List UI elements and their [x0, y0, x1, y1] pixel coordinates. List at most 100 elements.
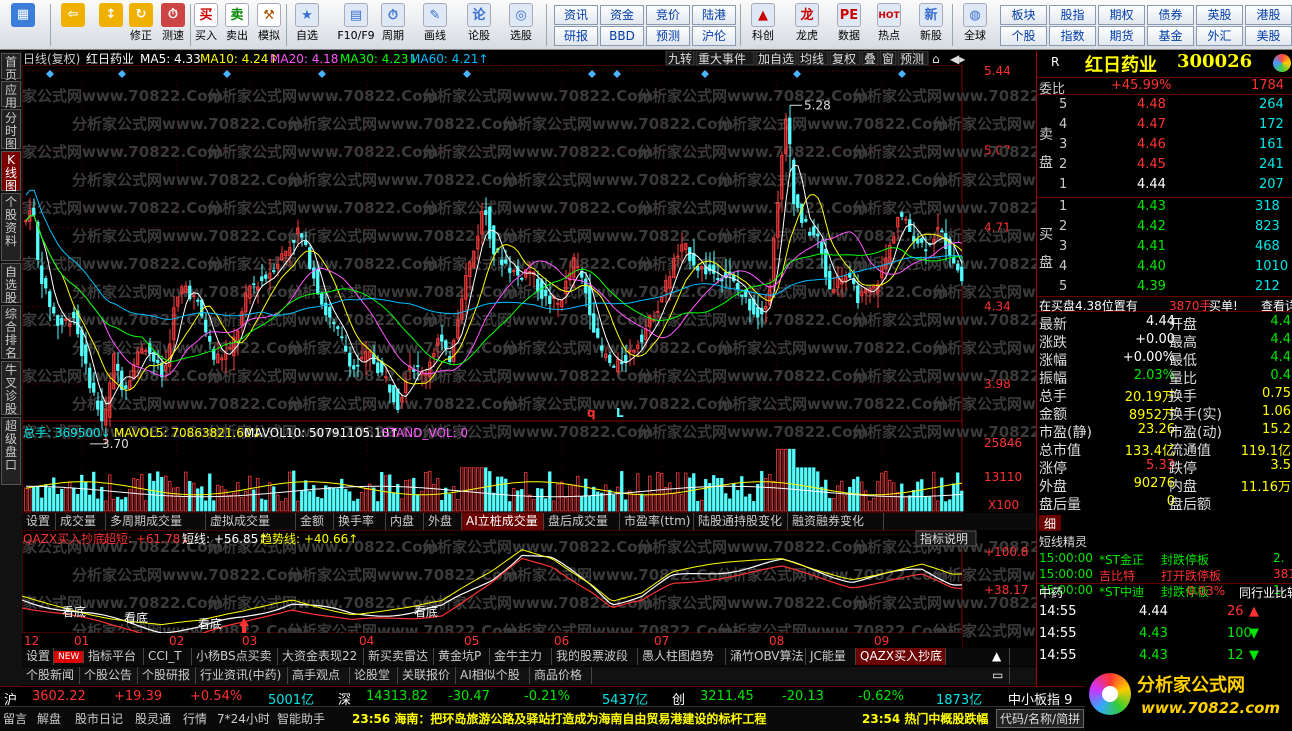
sidebar-tab-0[interactable]: 首页 — [1, 53, 21, 82]
volume-tab-2[interactable]: 多周期成交量 — [106, 513, 206, 530]
toolbar-button-7[interactable]: 论论股 — [464, 2, 494, 48]
quick-button[interactable]: BBD — [600, 26, 644, 46]
info-tab-5[interactable]: 论股堂 — [350, 667, 398, 684]
quick-button[interactable]: 预测 — [646, 26, 690, 46]
volume-tab-11[interactable]: 陆股通持股变化 — [694, 513, 788, 530]
volume-tab-1[interactable]: 成交量 — [56, 513, 106, 530]
indicator-tab-3[interactable]: CCI_T — [144, 648, 192, 665]
indicator-tab-5[interactable]: 大资金表现22 — [278, 648, 364, 665]
info-tab-1[interactable]: 个股公告 — [80, 667, 138, 684]
scroll-up-icon[interactable]: ▲ — [988, 648, 1010, 665]
market-button[interactable]: 债券 — [1147, 5, 1194, 25]
market-button[interactable]: 港股 — [1245, 5, 1292, 25]
indicator-tab-8[interactable]: 金牛主力 — [490, 648, 552, 665]
volume-tab-0[interactable]: 设置 — [22, 513, 56, 530]
volume-tab-7[interactable]: 外盘 — [424, 513, 462, 530]
volume-tab-8[interactable]: AI立桩成交量 — [462, 513, 544, 530]
panel-toggle-icon[interactable]: ▭ — [988, 667, 1010, 684]
toolbar-button-3[interactable]: ★ 自选 — [292, 2, 322, 48]
toolbar-nav-0[interactable]: ▦ — [8, 2, 38, 48]
indicator-tab-9[interactable]: 我的股票波段 — [552, 648, 638, 665]
quick-button[interactable]: 资讯 — [554, 5, 598, 25]
toolbar-button-8[interactable]: ◎ 选股 — [506, 2, 536, 48]
main-chart[interactable]: 5.445.074.714.343.98分析家公式网www.70822.Com分… — [22, 51, 1036, 513]
status-item-0[interactable]: 留言 — [3, 710, 27, 727]
volume-tab-6[interactable]: 内盘 — [386, 513, 424, 530]
indicator-tab-10[interactable]: 愚人柱图趋势 — [638, 648, 726, 665]
indicator-tab-11[interactable]: 涌竹OBV算法 — [726, 648, 806, 665]
indicator-tab-6[interactable]: 新买卖雷达 — [364, 648, 434, 665]
tab-short-sprite[interactable]: 短线精灵 — [1039, 533, 1087, 550]
market-button[interactable]: 美股 — [1245, 26, 1292, 46]
quick-button[interactable]: 沪伦 — [692, 26, 736, 46]
info-tab-6[interactable]: 关联报价 — [398, 667, 456, 684]
status-item-6[interactable]: 智能助手 — [277, 710, 325, 727]
sidebar-tab-2[interactable]: 分时图 — [1, 109, 21, 151]
volume-tab-10[interactable]: 市盈率(ttm) — [620, 513, 694, 530]
info-tab-2[interactable]: 个股研报 — [138, 667, 196, 684]
toolbar-nav-1[interactable]: ⇦ — [58, 2, 88, 48]
market-button[interactable]: 个股 — [1000, 26, 1047, 46]
sidebar-tab-4[interactable]: 个股资料 — [1, 193, 21, 261]
market-button[interactable]: 基金 — [1147, 26, 1194, 46]
toolbar-btn-4[interactable]: ⏱ 测速 — [158, 2, 188, 48]
indicator-tab-4[interactable]: 小杨BS点买卖 — [192, 648, 278, 665]
toolbar-button-6[interactable]: ✎ 画线 — [420, 2, 450, 48]
volume-tab-12[interactable]: 融资融券变化 — [788, 513, 884, 530]
quick-button[interactable]: 竞价 — [646, 5, 690, 25]
sidebar-tab-7[interactable]: 牛叉诊股 — [1, 361, 21, 416]
status-item-4[interactable]: 行情 — [183, 710, 207, 727]
market-button[interactable]: 指数 — [1049, 26, 1096, 46]
volume-tab-9[interactable]: 盘后成交量 — [544, 513, 620, 530]
status-item-5[interactable]: 7*24小时 — [217, 710, 270, 727]
sidebar-tab-8[interactable]: 超级盘口 — [1, 417, 21, 485]
status-item-1[interactable]: 解盘 — [37, 710, 61, 727]
status-item-2[interactable]: 股市日记 — [75, 710, 123, 727]
sidebar-tab-6[interactable]: 综合排名 — [1, 305, 21, 360]
info-tab-4[interactable]: 高手观点 — [288, 667, 350, 684]
notice-detail[interactable]: 查看详情 — [1261, 297, 1292, 314]
sidebar-tab-5[interactable]: 自选股 — [1, 263, 21, 305]
indicator-tab-1[interactable]: NEW — [54, 651, 84, 663]
big-order-notice[interactable]: 在买盘4.38位置有 3870手买单! 查看详情 — [1037, 296, 1292, 314]
toolbar-button-14[interactable]: ◍ 全球 — [960, 2, 990, 48]
news-ticker-1[interactable]: 23:56 海南：把环岛旅游公路及驿站打造成为海南自由贸易港建设的标杆工程 — [352, 710, 766, 727]
toolbar-button-13[interactable]: 新新股 — [916, 2, 946, 48]
indicator-tab-0[interactable]: 设置 — [22, 648, 54, 665]
toolbar-button-2[interactable]: ⚒ 模拟 — [254, 2, 284, 48]
info-tab-3[interactable]: 行业资讯(中药) — [196, 667, 288, 684]
toolbar-button-5[interactable]: ⏱ 周期 — [378, 2, 408, 48]
indicator-tab-2[interactable]: 指标平台 — [84, 648, 144, 665]
market-button[interactable]: 期货 — [1098, 26, 1145, 46]
quick-button[interactable]: 陆港 — [692, 5, 736, 25]
toolbar-button-9[interactable]: ▲ 科创 — [748, 2, 778, 48]
indicator-chart[interactable]: 分析家公式网www.70822.Com分析家公式网www.70822.Com分析… — [22, 530, 1036, 648]
indicator-tab-7[interactable]: 黄金坑P — [434, 648, 490, 665]
info-tab-0[interactable]: 个股新闻 — [22, 667, 80, 684]
toolbar-button-4[interactable]: ▤ F10/F9 — [336, 2, 376, 48]
volume-tab-5[interactable]: 换手率 — [334, 513, 386, 530]
volume-tab-4[interactable]: 金额 — [296, 513, 334, 530]
status-item-3[interactable]: 股灵通 — [135, 710, 171, 727]
toolbar-button-11[interactable]: PE 数据 — [834, 2, 864, 48]
market-button[interactable]: 英股 — [1196, 5, 1243, 25]
info-tab-7[interactable]: AI相似个股 — [456, 667, 530, 684]
code-search-input[interactable]: 代码/名称/简拼 — [996, 709, 1085, 728]
market-button[interactable]: 期权 — [1098, 5, 1145, 25]
market-button[interactable]: 外汇 — [1196, 26, 1243, 46]
info-tab-8[interactable]: 商品价格 — [530, 667, 592, 684]
volume-tab-3[interactable]: 虚拟成交量 — [206, 513, 296, 530]
toolbar-button-12[interactable]: HOT 热点 — [874, 2, 904, 48]
news-ticker-2[interactable]: 23:54 热门中概股跌幅 — [862, 710, 988, 727]
tab-detail[interactable]: 细 — [1039, 515, 1061, 531]
sidebar-tab-1[interactable]: 应用 — [1, 81, 21, 110]
quick-button[interactable]: 研报 — [554, 26, 598, 46]
indicator-tab-12[interactable]: JC能量 — [806, 648, 856, 665]
toolbar-button-10[interactable]: 龙龙虎 — [792, 2, 822, 48]
sector-compare[interactable]: 同行业比较 — [1239, 584, 1292, 601]
indicator-tab-13[interactable]: QAZX买入抄底 — [856, 648, 946, 665]
quick-button[interactable]: 资金 — [600, 5, 644, 25]
sidebar-tab-3[interactable]: K线图 — [1, 151, 21, 193]
market-button[interactable]: 板块 — [1000, 5, 1047, 25]
market-button[interactable]: 股指 — [1049, 5, 1096, 25]
